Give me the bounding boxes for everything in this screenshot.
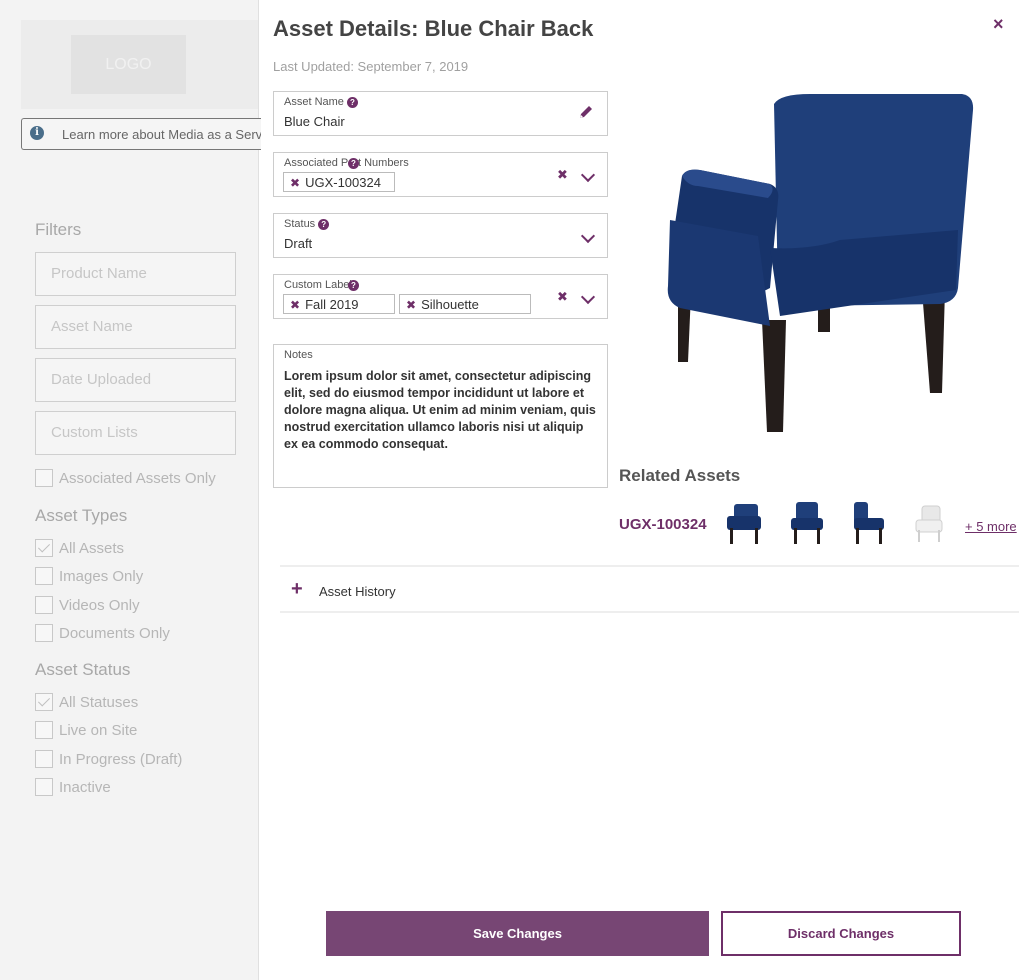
asset-name-value: Blue Chair [284,114,345,129]
checkbox-label: In Progress (Draft) [59,750,183,768]
info-icon: i [30,126,44,140]
help-icon[interactable]: ? [348,158,359,169]
remove-icon[interactable]: ✖ [290,176,300,190]
checkbox-box [35,693,53,711]
checkbox-label: All Statuses [59,693,139,711]
custom-labels-field[interactable]: Custom Labels ? ✖ Fall 2019 ✖ Silhouette ✖ [273,274,608,319]
all-statuses-checkbox[interactable]: All Statuses [35,692,138,712]
chevron-down-icon[interactable] [580,289,596,305]
part-number-chip[interactable]: ✖ UGX-100324 [283,172,395,192]
asset-types-title: Asset Types [35,506,128,525]
product-image [667,94,974,432]
notes-value: Lorem ipsum dolor sit amet, consectetur … [284,369,596,451]
checkbox-box [35,567,53,585]
logo: LOGO [71,35,186,94]
remove-icon[interactable]: ✖ [406,298,416,312]
background-sidebar: LOGO i Learn more about Media as a Servi… [0,0,261,980]
field-label: Asset Name? [284,96,358,108]
help-icon[interactable]: ? [318,218,330,230]
status-field[interactable]: Status? Draft [273,213,608,258]
field-label: Notes [284,349,313,361]
asset-history-accordion[interactable]: + Asset History [280,565,1019,613]
filters-title: Filters [35,220,82,239]
info-banner[interactable]: i Learn more about Media as a Service [21,118,261,150]
checkbox-label: Associated Assets Only [59,469,216,487]
asset-status-title: Asset Status [35,660,131,679]
checkbox-box [35,750,53,768]
field-label: Custom Labels [284,279,358,291]
live-on-site-checkbox[interactable]: Live on Site [35,720,137,740]
checkbox-label: All Assets [59,539,125,557]
related-thumbnail[interactable] [784,500,828,548]
more-related-link[interactable]: + 5 more [965,519,1017,534]
custom-label-chip[interactable]: ✖ Fall 2019 [283,294,395,314]
related-thumbnail[interactable] [846,500,890,548]
notes-field[interactable]: Notes Lorem ipsum dolor sit amet, consec… [273,344,608,488]
chevron-down-icon[interactable] [580,167,596,183]
checkbox-label: Documents Only [59,624,170,642]
help-icon[interactable]: ? [346,96,358,108]
pencil-icon[interactable] [578,104,594,125]
related-thumbnail[interactable] [906,500,950,548]
videos-only-checkbox[interactable]: Videos Only [35,595,140,615]
discard-changes-button[interactable]: Discard Changes [721,911,961,956]
part-numbers-field[interactable]: Associated Part Numbers ? ✖ UGX-100324 ✖ [273,152,608,197]
inactive-checkbox[interactable]: Inactive [35,777,111,797]
last-updated: Last Updated: September 7, 2019 [273,59,469,74]
field-label: Status? [284,218,330,230]
in-progress-checkbox[interactable]: In Progress (Draft) [35,749,182,769]
images-only-checkbox[interactable]: Images Only [35,566,143,586]
save-changes-button[interactable]: Save Changes [326,911,709,956]
modal-title: Asset Details: Blue Chair Back [273,16,594,41]
related-part-number[interactable]: UGX-100324 [619,516,707,533]
associated-only-checkbox[interactable]: Associated Assets Only [35,468,216,488]
checkbox-box [35,624,53,642]
custom-lists-filter[interactable]: Custom Lists [35,411,236,455]
checkbox-label: Inactive [59,778,111,796]
documents-only-checkbox[interactable]: Documents Only [35,623,170,643]
status-value: Draft [284,236,313,251]
asset-name-field[interactable]: Asset Name? Blue Chair [273,91,608,136]
checkbox-box [35,539,53,557]
custom-label-chip[interactable]: ✖ Silhouette [399,294,531,314]
asset-name-filter[interactable]: Asset Name [35,305,236,349]
checkbox-box [35,469,53,487]
info-banner-text: Learn more about Media as a Service [62,127,261,142]
related-assets-title: Related Assets [619,466,741,485]
plus-icon[interactable]: + [291,578,303,601]
chevron-down-icon[interactable] [580,228,596,244]
all-assets-checkbox[interactable]: All Assets [35,538,124,558]
checkbox-label: Images Only [59,567,144,585]
help-icon[interactable]: ? [348,280,359,291]
date-uploaded-filter[interactable]: Date Uploaded [35,358,236,402]
clear-icon[interactable]: ✖ [557,289,568,305]
checkbox-label: Live on Site [59,721,138,739]
related-thumbnail[interactable] [722,500,766,548]
field-label: Associated Part Numbers [284,157,409,169]
checkbox-box [35,596,53,614]
close-icon[interactable]: × [993,14,1004,35]
checkbox-label: Videos Only [59,596,140,614]
clear-icon[interactable]: ✖ [557,167,568,183]
asset-history-label: Asset History [319,584,396,599]
remove-icon[interactable]: ✖ [290,298,300,312]
product-name-filter[interactable]: Product Name [35,252,236,296]
checkbox-box [35,721,53,739]
checkbox-box [35,778,53,796]
